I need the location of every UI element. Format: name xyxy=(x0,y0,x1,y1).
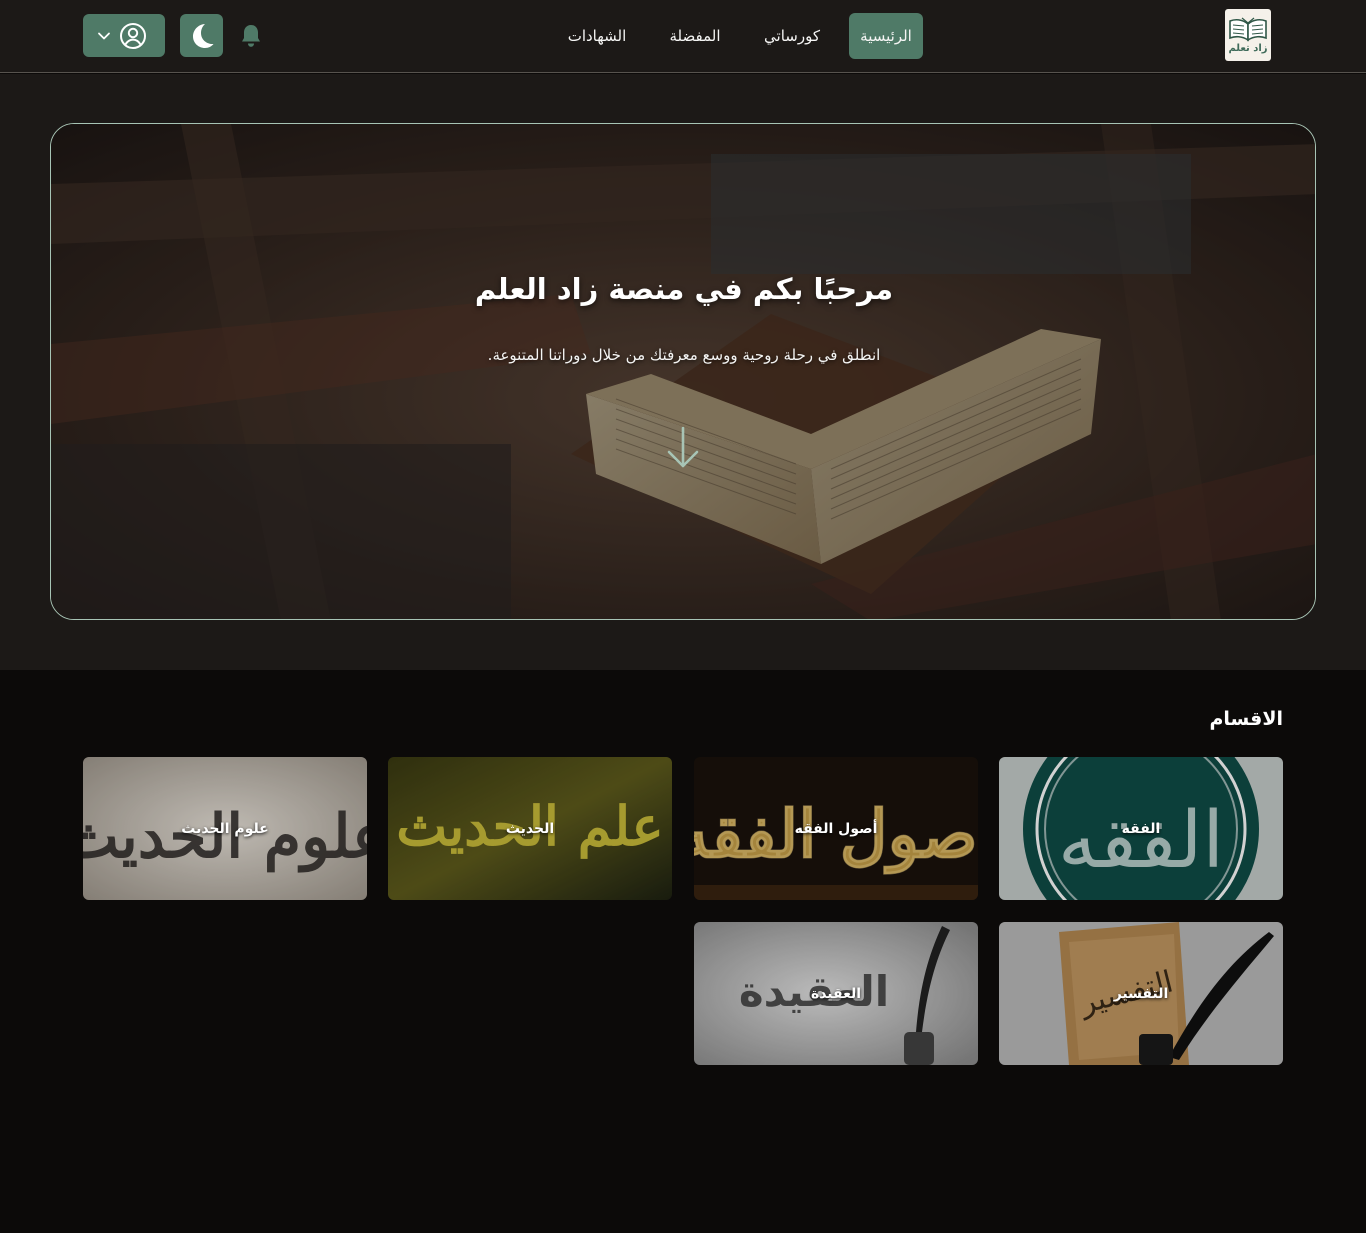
category-label: العقيدة xyxy=(810,985,862,1002)
nav-certificates[interactable]: الشهادات xyxy=(555,13,639,59)
logo-text: زاد تعلم xyxy=(1228,42,1268,54)
hero-title: مرحبًا بكم في منصة زاد العلم xyxy=(474,272,894,306)
category-label: الفقه xyxy=(1121,820,1161,837)
chevron-down-icon xyxy=(98,32,110,39)
category-card-hadith[interactable]: علم الحديث الحديث xyxy=(388,757,672,900)
category-label: الحديث xyxy=(505,820,555,837)
hero-subtitle: انطلق في رحلة روحية ووسع معرفتك من خلال … xyxy=(487,346,881,364)
category-card-usul-fiqh[interactable]: أصول الفقه أصول الفقه أصول الفقه xyxy=(694,757,978,900)
nav-favorites[interactable]: المفضلة xyxy=(655,13,735,59)
category-card-tafsir[interactable]: التفسير التفسير xyxy=(999,922,1283,1065)
moon-icon xyxy=(192,23,213,48)
category-card-fiqh[interactable]: الفقه الفقه xyxy=(999,757,1283,900)
hero-banner: مرحبًا بكم في منصة زاد العلم انطلق في رح… xyxy=(50,123,1316,620)
nav-my-courses[interactable]: كورساتي xyxy=(752,13,832,59)
bell-icon xyxy=(242,25,260,47)
user-menu-button[interactable] xyxy=(83,14,165,57)
theme-toggle-button[interactable] xyxy=(180,14,223,57)
category-card-hadith-sciences[interactable]: علوم الحديث علوم الحديث xyxy=(83,757,367,900)
arrow-down-icon xyxy=(667,426,699,468)
category-label: التفسير xyxy=(1113,985,1169,1002)
top-navbar: زاد تعلم الرئيسية كورساتي المفضلة الشهاد… xyxy=(0,0,1366,73)
user-circle-icon xyxy=(120,22,146,49)
category-label: أصول الفقه xyxy=(794,820,878,837)
open-book-logo-icon xyxy=(1229,17,1267,41)
category-card-aqeedah[interactable]: العقيدة العقيدة xyxy=(694,922,978,1065)
scroll-down-button[interactable] xyxy=(663,424,703,472)
category-label: علوم الحديث xyxy=(181,820,269,837)
notifications-button[interactable] xyxy=(238,22,264,50)
nav-home[interactable]: الرئيسية xyxy=(849,13,923,59)
sections-heading: الاقسام xyxy=(1209,708,1284,730)
hero-overlay xyxy=(51,124,1315,619)
site-logo[interactable]: زاد تعلم xyxy=(1225,9,1271,61)
